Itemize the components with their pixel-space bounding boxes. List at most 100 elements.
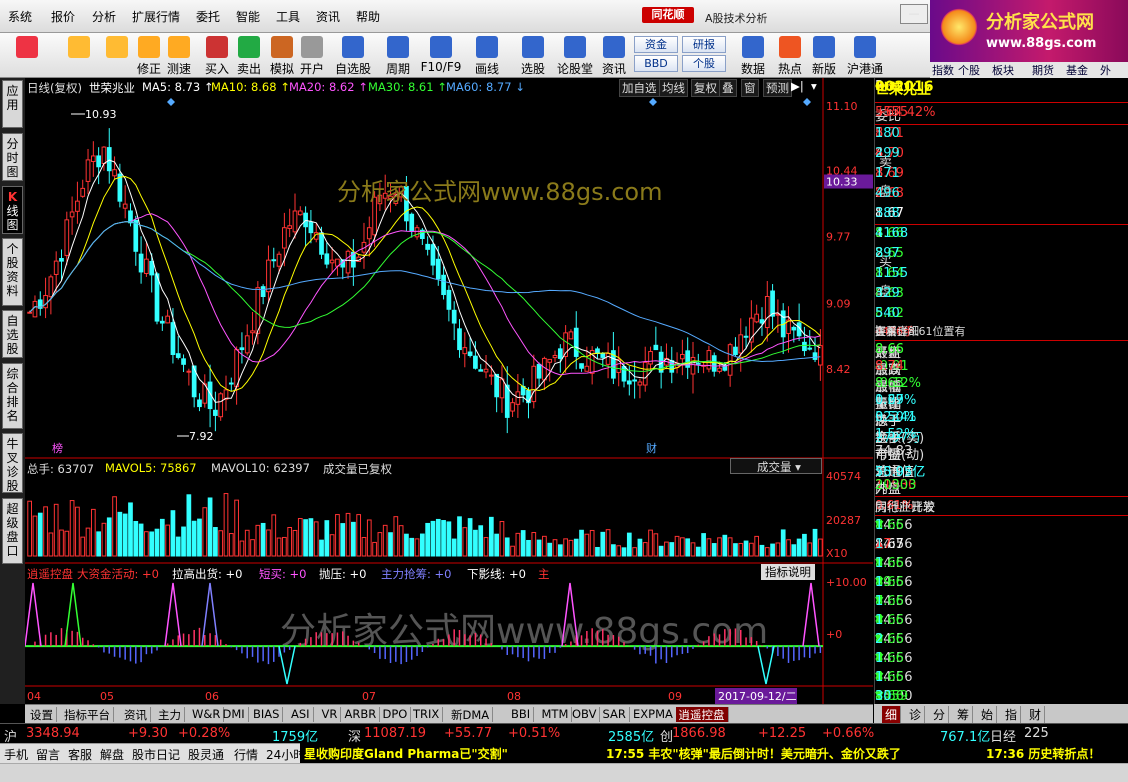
indicator-tab-14[interactable]: MTM [539, 707, 573, 722]
status-item-3[interactable]: 解盘 [100, 746, 124, 763]
left-tab-6[interactable]: 牛叉诊股 [2, 433, 23, 493]
quote-tab-6[interactable]: 财 [1026, 706, 1046, 723]
menu-item-2[interactable]: 分析 [92, 8, 116, 25]
buy-tool-button[interactable]: 买入 [203, 34, 231, 76]
indicator-tab-3[interactable]: 主力 [155, 707, 185, 722]
indicator-tab-16[interactable]: SAR [600, 707, 630, 722]
right-toolbar-item[interactable]: 个股 [958, 62, 980, 78]
left-tab-2[interactable]: K线图 [2, 186, 23, 234]
right-toolbar-item[interactable]: 基金 [1066, 62, 1088, 78]
quote-tab-5[interactable]: 指 [1002, 706, 1022, 723]
period-tool-button[interactable]: 周期 [381, 34, 415, 76]
indicator-tab-18[interactable]: 逍遥控盘 [675, 707, 729, 722]
indicator-tab-0[interactable]: 设置 [27, 707, 57, 722]
left-tab-1[interactable]: 分时图 [2, 133, 23, 181]
toolbar-small-button[interactable]: 资金 [634, 36, 678, 53]
menu-item-3[interactable]: 扩展行情 [132, 8, 180, 25]
ticker-item-1[interactable]: 17:55 丰农"核弹"最后倒计时！美元暗升、金价又跌了 [606, 745, 901, 762]
news-tool-button[interactable]: 资讯 [597, 34, 631, 76]
hk-tool-button[interactable]: 沪港通 [843, 34, 887, 76]
left-tab-4[interactable]: 自选股 [2, 310, 23, 358]
indicator-tab-1[interactable]: 指标平台 [61, 707, 114, 722]
f10-tool-button[interactable]: F10/F9 [420, 34, 462, 76]
indicator-tab-9[interactable]: ARBR [342, 707, 381, 722]
status-item-5[interactable]: 股灵通 [188, 746, 224, 763]
indicator-help-button[interactable]: 指标说明 [761, 564, 815, 580]
indicator-tab-12[interactable]: 新DMA [448, 707, 494, 722]
indicator-tab-15[interactable]: OBV [569, 707, 601, 722]
chart-header-button[interactable]: 预测 [763, 79, 792, 97]
status-item-4[interactable]: 股市日记 [132, 746, 180, 763]
toolbar-small-button[interactable]: 研报 [682, 36, 726, 53]
quote-tab-4[interactable]: 始 [978, 706, 998, 723]
chart-header-button[interactable]: 叠 [719, 79, 737, 97]
volume-select[interactable]: 成交量 ▾ [730, 458, 822, 474]
up-down-tool-button[interactable] [104, 34, 130, 76]
news-ticker[interactable]: 星收购印度Gland Pharma已"交割" 17:55 丰农"核弹"最后倒计时！… [300, 743, 1128, 763]
back-arrow-tool-button[interactable] [62, 34, 96, 76]
volume-bar [547, 542, 553, 557]
chart-area[interactable]: 11.10 10.44 9.77 9.09 8.42 10.33 10.93 7.92 榜财分析… [25, 78, 873, 704]
fix-tool-button[interactable]: 修正 [134, 34, 164, 76]
pencil-tool-button[interactable]: 画线 [467, 34, 507, 76]
chart-header-button[interactable]: 加自选 [619, 79, 660, 97]
chart-header-button[interactable]: 窗 [741, 79, 759, 97]
chart-menu-arrow-icon[interactable]: ▶| [791, 79, 804, 93]
status-item-6[interactable]: 行情 [234, 746, 258, 763]
menu-item-0[interactable]: 系统 [8, 8, 32, 25]
indicator-tab-2[interactable]: 资讯 [121, 707, 151, 722]
right-toolbar-item[interactable]: 外 [1100, 62, 1111, 78]
chart-svg[interactable]: 11.1010.449.779.098.4210.3310.937.92榜 财分析… [25, 78, 873, 704]
forum-tool-button[interactable]: 论股堂 [556, 34, 594, 76]
sell-tool-button[interactable]: 卖出 [234, 34, 264, 76]
select-tool-button[interactable]: 选股 [515, 34, 551, 76]
menu-item-5[interactable]: 智能 [236, 8, 260, 25]
left-tab-0[interactable]: 应用 [2, 80, 23, 128]
chart-header-button[interactable]: 复权 [691, 79, 720, 97]
toolbar-small-button[interactable]: BBD [634, 55, 678, 72]
indicator-tab-10[interactable]: DPO [380, 707, 412, 722]
indicator-tab-8[interactable]: VR [319, 707, 342, 722]
status-item-0[interactable]: 手机 [4, 746, 28, 763]
indicator-tab-11[interactable]: TRIX [410, 707, 444, 722]
grid-tool-button[interactable] [10, 34, 44, 76]
left-tab-7[interactable]: 超级盘口 [2, 498, 23, 564]
toolbar-small-button[interactable]: 个股 [682, 55, 726, 72]
menu-item-4[interactable]: 委托 [196, 8, 220, 25]
fire-tool-button[interactable]: 热点 [775, 34, 805, 76]
clock-tool-button[interactable]: 测速 [164, 34, 194, 76]
lock-tool-button[interactable]: 开户 [297, 34, 327, 76]
status-item-2[interactable]: 客服 [68, 746, 92, 763]
indicator-tab-17[interactable]: EXPMA [630, 707, 677, 722]
indicator-tab-13[interactable]: BBI [508, 707, 535, 722]
indicator-tab-6[interactable]: BIAS [250, 707, 284, 722]
ticker-item-0[interactable]: 星收购印度Gland Pharma已"交割" [304, 745, 508, 762]
menu-item-6[interactable]: 工具 [276, 8, 300, 25]
indicator-tab-7[interactable]: ASI [288, 707, 314, 722]
candle-body [276, 253, 282, 267]
menu-item-7[interactable]: 资讯 [316, 8, 340, 25]
quote-tab-0[interactable]: 细 [882, 706, 902, 723]
indicator-tab-5[interactable]: DMI [220, 707, 249, 722]
right-toolbar-item[interactable]: 指数 [932, 62, 954, 78]
left-tab-5[interactable]: 综合排名 [2, 363, 23, 429]
quote-tab-1[interactable]: 诊 [906, 706, 926, 723]
pe-tool-button[interactable]: 数据 [736, 34, 770, 76]
quote-tab-3[interactable]: 筹 [954, 706, 974, 723]
right-toolbar-item[interactable]: 板块 [992, 62, 1014, 78]
star-tool-button[interactable]: 自选股 [333, 34, 373, 76]
right-toolbar-item[interactable]: 期货 [1032, 62, 1054, 78]
newversion-tool-button[interactable]: 新版 [809, 34, 839, 76]
back-arrow-icon [68, 36, 90, 58]
quote-tab-2[interactable]: 分 [930, 706, 950, 723]
quote-row: 振幅 1.27% 量比 0.69 [875, 392, 1128, 412]
status-item-1[interactable]: 留言 [36, 746, 60, 763]
window-minimize-button[interactable]: — [900, 4, 928, 24]
chart-dropdown-icon[interactable]: ▾ [811, 79, 817, 93]
chart-header-button[interactable]: 均线 [659, 79, 688, 97]
hammer-tool-button[interactable]: 模拟 [267, 34, 297, 76]
ticker-item-2[interactable]: 17:36 历史转折点！ [986, 745, 1100, 762]
left-tab-3[interactable]: 个股资料 [2, 238, 23, 306]
menu-item-1[interactable]: 报价 [51, 8, 75, 25]
menu-item-8[interactable]: 帮助 [356, 8, 380, 25]
